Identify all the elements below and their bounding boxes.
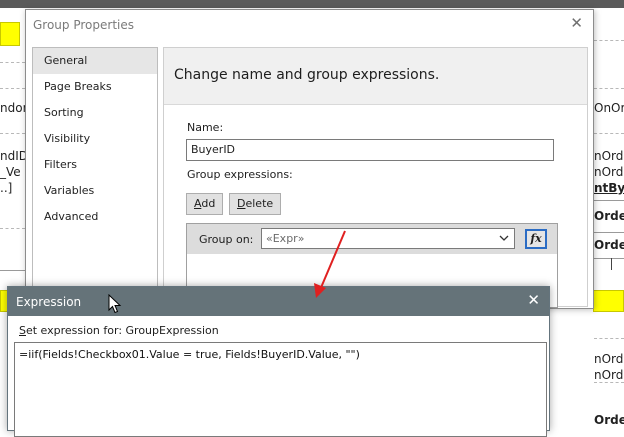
delete-button-label: elete — [245, 197, 274, 210]
mouse-cursor-icon — [108, 294, 122, 314]
name-input[interactable]: BuyerID — [186, 139, 554, 161]
grid-line — [0, 62, 25, 63]
delete-button[interactable]: Delete — [229, 193, 282, 215]
grid-line — [0, 270, 25, 271]
bg-field-fragment: ntBy — [594, 181, 624, 195]
nav-item-general[interactable]: General — [33, 48, 157, 74]
bg-field-fragment: nOrde — [594, 149, 624, 163]
group-on-value: «Expr» — [266, 232, 305, 245]
nav-item-page-breaks[interactable]: Page Breaks — [33, 74, 157, 100]
set-expression-label-text: et expression for: GroupExpression — [25, 324, 219, 337]
general-page: Change name and group expressions. Name:… — [163, 47, 588, 308]
grid-line — [0, 133, 25, 134]
yellow-cell-top-left — [0, 22, 20, 46]
nav-item-advanced[interactable]: Advanced — [33, 204, 157, 230]
add-button[interactable]: Add — [186, 193, 224, 215]
set-expression-label: Set expression for: GroupExpression — [19, 324, 219, 337]
bg-field-fragment: _Ve — [0, 165, 21, 179]
bg-field-fragment: nOrde — [594, 368, 624, 382]
bg-field-fragment: nOrde — [594, 352, 624, 366]
expression-dialog-title: Expression — [16, 295, 82, 309]
grid-line — [594, 133, 624, 134]
grid-line — [594, 338, 624, 339]
designer-top-bar — [0, 0, 624, 8]
page-header-text: Change name and group expressions. — [174, 67, 440, 83]
group-expressions-label: Group expressions: — [187, 168, 293, 181]
nav-item-sorting[interactable]: Sorting — [33, 100, 157, 126]
page-header: Change name and group expressions. — [164, 48, 587, 105]
grid-line — [594, 200, 624, 201]
bg-field-fragment: Orde — [594, 238, 624, 252]
bg-field-fragment: OnOrd — [594, 101, 624, 115]
chevron-down-icon[interactable] — [498, 230, 510, 249]
add-button-label: dd — [201, 197, 216, 210]
bg-field-fragment: ndID — [0, 149, 29, 163]
expression-editor[interactable]: =iif(Fields!Checkbox01.Value = true, Fie… — [14, 342, 547, 437]
name-label: Name: — [187, 121, 224, 134]
nav-item-variables[interactable]: Variables — [33, 178, 157, 204]
group-properties-dialog: Group Properties ✕ General Page Breaks S… — [25, 9, 594, 309]
grid-line — [594, 40, 624, 41]
bg-field-fragment: nOrde — [594, 165, 624, 179]
property-pages-nav: General Page Breaks Sorting Visibility F… — [32, 47, 158, 307]
group-expression-row: Group on: «Expr» fx — [187, 224, 557, 254]
bg-field-fragment: ..] — [0, 181, 13, 195]
nav-item-filters[interactable]: Filters — [33, 152, 157, 178]
expression-fx-button[interactable]: fx — [525, 229, 547, 249]
expression-titlebar[interactable]: Expression ✕ — [8, 287, 549, 316]
expression-text: =iif(Fields!Checkbox01.Value = true, Fie… — [19, 348, 360, 361]
close-icon[interactable]: ✕ — [527, 291, 540, 309]
bg-field-fragment: Orde — [594, 209, 624, 223]
yellow-cell-bottom-right — [593, 290, 624, 312]
expression-dialog: Expression ✕ Set expression for: GroupEx… — [7, 286, 550, 437]
grid-line — [0, 88, 25, 89]
grid-line — [594, 258, 624, 259]
close-icon[interactable]: ✕ — [570, 14, 583, 32]
group-on-combobox[interactable]: «Expr» — [261, 228, 515, 249]
bg-cell-divider — [611, 258, 612, 270]
group-on-label: Group on: — [199, 233, 254, 246]
grid-line — [594, 88, 624, 89]
nav-item-visibility[interactable]: Visibility — [33, 126, 157, 152]
grid-line — [0, 228, 25, 229]
set-expression-accel: S — [19, 324, 26, 337]
grid-line — [594, 232, 624, 233]
grid-line — [594, 382, 624, 383]
dialog-title: Group Properties — [33, 18, 134, 32]
